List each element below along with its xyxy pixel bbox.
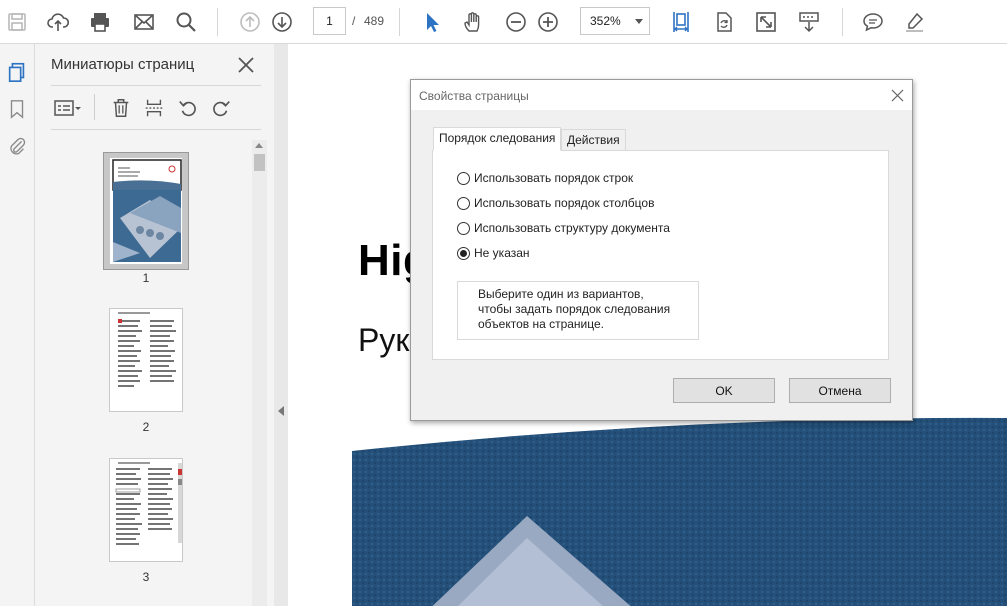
comment-icon[interactable] <box>858 7 888 37</box>
scrollbar-thumb[interactable] <box>254 154 265 171</box>
page-separator: / <box>352 14 356 28</box>
radio-button-checked[interactable] <box>457 246 470 260</box>
option-row-order[interactable]: Использовать порядок строк <box>457 171 633 185</box>
delete-page-icon[interactable] <box>108 96 134 120</box>
dialog-title: Свойства страницы <box>419 89 529 103</box>
document-subheading: Рук <box>358 322 410 358</box>
zoom-in-icon[interactable] <box>533 7 563 37</box>
next-page-icon[interactable] <box>267 7 297 37</box>
close-icon[interactable] <box>887 85 907 105</box>
zoom-out-icon[interactable] <box>501 7 531 37</box>
radio-button[interactable] <box>457 221 470 235</box>
bookmarks-icon[interactable] <box>3 95 31 123</box>
email-icon[interactable] <box>129 7 159 37</box>
panel-collapse-handle[interactable] <box>274 44 288 606</box>
thumbnails-scrollbar[interactable] <box>252 140 267 606</box>
fit-page-icon[interactable] <box>666 7 696 37</box>
thumbnail-options-icon[interactable] <box>51 96 85 120</box>
page-thumbnail-label: 3 <box>142 570 150 584</box>
close-icon[interactable] <box>235 54 257 76</box>
divider <box>94 94 95 120</box>
page-properties-dialog: Свойства страницы Порядок следования Дей… <box>410 79 913 421</box>
option-document-structure[interactable]: Использовать структуру документа <box>457 221 670 235</box>
toolbar-separator <box>399 8 400 36</box>
tab-order[interactable]: Порядок следования <box>433 127 562 151</box>
chevron-down-icon <box>635 19 643 24</box>
cloud-upload-icon[interactable] <box>43 7 73 37</box>
page-thumbnails-icon[interactable] <box>3 58 31 86</box>
option-label: Использовать порядок строк <box>474 171 634 185</box>
attachments-icon[interactable] <box>3 132 31 160</box>
fullscreen-icon[interactable] <box>751 7 781 37</box>
radio-button[interactable] <box>457 196 470 210</box>
previous-page-icon[interactable] <box>235 7 265 37</box>
help-text: Выберите один из вариантов, чтобы задать… <box>457 281 699 340</box>
page-thumbnail-label: 2 <box>142 420 150 434</box>
zoom-value: 352% <box>590 14 621 28</box>
select-cursor-icon[interactable] <box>417 7 447 37</box>
scroll-mode-icon[interactable] <box>794 7 824 37</box>
page-thumbnail-3[interactable] <box>109 458 183 562</box>
rotate-clockwise-icon[interactable] <box>208 96 234 120</box>
page-number-input[interactable]: 1 <box>313 7 346 35</box>
toolbar-separator <box>217 8 218 36</box>
print-icon[interactable] <box>85 7 115 37</box>
radio-button[interactable] <box>457 171 470 185</box>
tab-actions[interactable]: Действия <box>561 129 626 151</box>
rotate-counterclockwise-icon[interactable] <box>175 96 201 120</box>
page-thumbnail-label: 1 <box>142 271 150 285</box>
ok-button[interactable]: OK <box>673 378 775 403</box>
highlight-icon[interactable] <box>900 7 930 37</box>
divider <box>51 129 261 130</box>
zoom-select[interactable]: 352% <box>580 7 650 35</box>
dialog-tab-panel: Использовать порядок строк Использовать … <box>432 150 889 360</box>
toolbar-separator <box>842 8 843 36</box>
option-label: Не указан <box>474 246 530 260</box>
hand-icon[interactable] <box>458 7 488 37</box>
navigation-rail <box>0 44 35 606</box>
cancel-button[interactable]: Отмена <box>789 378 891 403</box>
page-thumbnail-1[interactable] <box>109 157 183 265</box>
page-total: 489 <box>364 14 385 28</box>
dialog-titlebar: Свойства страницы <box>411 80 912 110</box>
thumbnails-panel: Миниатюры страниц 1 2 3 <box>35 44 274 606</box>
option-column-order[interactable]: Использовать порядок столбцов <box>457 196 654 210</box>
option-label: Использовать порядок столбцов <box>474 196 655 210</box>
search-icon[interactable] <box>171 7 201 37</box>
option-unspecified[interactable]: Не указан <box>457 246 530 260</box>
chevron-left-icon <box>278 406 284 416</box>
page-thumbnail-2[interactable] <box>109 308 183 412</box>
rotate-page-icon[interactable] <box>709 7 739 37</box>
option-label: Использовать структуру документа <box>474 221 670 235</box>
save-icon[interactable] <box>2 7 32 37</box>
insert-page-icon[interactable] <box>141 96 167 120</box>
main-toolbar: 1 / 489 352% <box>0 0 1007 44</box>
document-cover-photo <box>352 417 1007 606</box>
thumbnails-panel-title: Миниатюры страниц <box>51 56 195 73</box>
divider <box>51 85 261 86</box>
scroll-up-icon[interactable] <box>255 143 263 148</box>
